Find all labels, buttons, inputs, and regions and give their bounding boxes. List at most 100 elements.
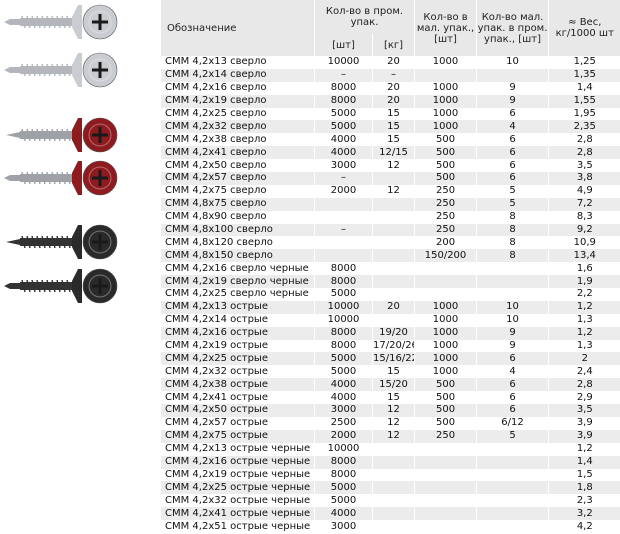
table-row: СММ 4,2х57 сверло – 500 6 3,8 [160, 172, 620, 185]
cell-kg [371, 249, 415, 263]
screw-sharp-black-image [6, 224, 118, 260]
table-row: СММ 4,2х14 сверло – –1,35 [160, 68, 620, 82]
table-row: СММ 4,8х150 сверло 150/200 8 13,4 [160, 249, 620, 263]
cell-weight: 1,9 [548, 275, 620, 289]
cell-packs: 4 [476, 365, 549, 379]
cell-packs: 8 [476, 236, 549, 250]
cell-packs: 10 [476, 300, 549, 314]
cell-name: СММ 4,2х38 сверло [160, 133, 315, 147]
table-body: СММ 4,2х13 сверло 10000 20 1000 10 1,25 СММ 4,… [160, 56, 620, 533]
cell-kg [371, 442, 415, 456]
cell-packs [476, 275, 549, 289]
cell-packs: 9 [476, 339, 549, 353]
cell-kg: 12 [371, 184, 415, 198]
cell-small-pack [414, 507, 477, 521]
cell-weight: 2,8 [548, 146, 620, 160]
cell-kg [371, 520, 415, 533]
cell-packs: 5 [476, 184, 549, 198]
cell-name: СММ 4,2х32 острые [160, 365, 315, 379]
screw-drill-black-image [4, 268, 118, 304]
cell-kg: 15 [371, 120, 415, 134]
cell-kg: 15/16/22 [371, 352, 415, 366]
cell-kg: 12 [371, 404, 415, 417]
cell-pcs: 8000 [314, 81, 373, 95]
table-row: СММ 4,8х120 сверло 200 8 10,9 [160, 236, 620, 250]
cell-pcs: 8000 [314, 455, 373, 469]
cell-name: СММ 4,2х38 острые [160, 378, 315, 392]
cell-small-pack [414, 481, 477, 495]
cell-packs: 5 [476, 197, 549, 211]
cell-kg: 15 [371, 391, 415, 405]
cell-kg: 15 [371, 365, 415, 379]
cell-name: СММ 4,2х14 острые [160, 313, 315, 327]
cell-weight: 1,3 [548, 313, 620, 327]
cell-packs: 9 [476, 81, 549, 95]
cell-small-pack [414, 68, 477, 82]
cell-weight: 10,9 [548, 236, 620, 250]
cell-small-pack: 1000 [414, 107, 477, 121]
cell-small-pack: 500 [414, 146, 477, 160]
table-row: СММ 4,2х32 острые черные 5000 2,3 [160, 494, 620, 508]
cell-kg [371, 455, 415, 469]
screw-drill-red-image [4, 160, 118, 196]
cell-name: СММ 4,8х150 сверло [160, 249, 315, 263]
cell-packs [476, 68, 549, 82]
cell-small-pack [414, 520, 477, 533]
cell-weight: 1,25 [548, 56, 620, 69]
cell-pcs [314, 249, 373, 263]
cell-name: СММ 4,2х51 острые черные [160, 520, 315, 533]
table-row: СММ 4,2х50 сверло 3000 12 500 6 3,5 [160, 159, 620, 173]
cell-name: СММ 4,2х13 сверло [160, 56, 315, 69]
cell-name: СММ 4,2х16 острые черные [160, 455, 315, 469]
cell-kg: 15 [371, 133, 415, 147]
table-row: СММ 4,2х13 сверло 10000 20 1000 10 1,25 [160, 56, 620, 69]
cell-small-pack: 250 [414, 223, 477, 237]
cell-weight: 3,2 [548, 507, 620, 521]
cell-small-pack: 1000 [414, 365, 477, 379]
cell-pcs: 10000 [314, 313, 373, 327]
cell-small-pack [414, 494, 477, 508]
cell-name: СММ 4,2х25 острые [160, 352, 315, 366]
cell-small-pack: 500 [414, 133, 477, 147]
cell-name: СММ 4,2х25 острые черные [160, 481, 315, 495]
cell-weight: 1,5 [548, 468, 620, 482]
cell-weight: 3,5 [548, 404, 620, 417]
table-row: СММ 4,2х41 сверло 4000 12/15 500 6 2,8 [160, 146, 620, 160]
cell-small-pack: 500 [414, 378, 477, 392]
cell-packs: 9 [476, 94, 549, 108]
cell-name: СММ 4,2х32 острые черные [160, 494, 315, 508]
cell-weight: 1,35 [548, 68, 620, 82]
cell-pcs: 3000 [314, 520, 373, 533]
table-row: СММ 4,2х13 острые черные 10000 1,2 [160, 442, 620, 456]
cell-weight: 2 [548, 352, 620, 366]
cell-weight: 2,35 [548, 120, 620, 134]
cell-name: СММ 4,2х32 сверло [160, 120, 315, 134]
cell-small-pack [414, 468, 477, 482]
cell-packs [476, 468, 549, 482]
table-row: СММ 4,2х75 сверло 2000 12 250 5 4,9 [160, 184, 620, 198]
cell-pcs: 8000 [314, 326, 373, 340]
cell-kg: 20 [371, 81, 415, 95]
table-row: СММ 4,2х14 острые 10000 1000 10 1,3 [160, 313, 620, 327]
cell-weight: 2,4 [548, 365, 620, 379]
table-row: СММ 4,8х75 сверло 250 5 7,2 [160, 197, 620, 211]
cell-name: СММ 4,2х41 сверло [160, 146, 315, 160]
header-row: Обозначение Кол-во в пром. упак. Кол-во … [160, 0, 620, 56]
cell-small-pack: 1000 [414, 56, 477, 69]
cell-kg: 12 [371, 429, 415, 443]
cell-small-pack: 1000 [414, 300, 477, 314]
cell-packs: 6 [476, 391, 549, 405]
screw-sharp-red-image [6, 117, 118, 153]
cell-packs: 6 [476, 404, 549, 417]
table-row: СММ 4,2х16 острые 8000 19/20 1000 9 1,2 [160, 326, 620, 340]
cell-packs [476, 442, 549, 456]
cell-small-pack: 1000 [414, 94, 477, 108]
table-row: СММ 4,2х50 острые 3000 12 500 6 3,5 [160, 404, 620, 417]
table-row: СММ 4,2х38 сверло 4000 15 500 6 2,8 [160, 133, 620, 147]
cell-pcs: 4000 [314, 146, 373, 160]
table-row: СММ 4,2х16 острые черные 8000 1,4 [160, 455, 620, 469]
cell-pcs: – [314, 68, 373, 82]
table-row: СММ 4,2х32 сверло 5000 15 1000 4 2,35 [160, 120, 620, 134]
cell-kg: 15/20 [371, 378, 415, 392]
cell-packs [476, 262, 549, 276]
